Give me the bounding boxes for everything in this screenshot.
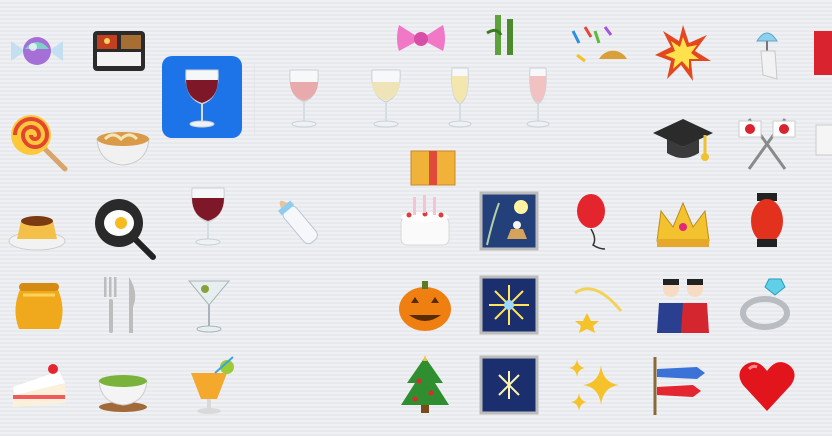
base-red-wine-key[interactable] xyxy=(180,176,236,254)
carp-streamer-icon[interactable] xyxy=(644,350,714,420)
selected-red-wine-variant[interactable] xyxy=(162,56,242,138)
graduation-cap-icon[interactable] xyxy=(648,106,718,176)
rose-wine-glass-icon xyxy=(289,69,319,128)
rose-wine-variant[interactable] xyxy=(264,56,344,138)
red-heart-icon[interactable] xyxy=(732,350,802,420)
sparkler-icon[interactable] xyxy=(474,350,544,420)
red-wine-glass-icon xyxy=(185,69,219,128)
variant-divider xyxy=(254,64,255,134)
red-wine-glass-icon xyxy=(191,187,225,246)
crossed-flags-icon[interactable] xyxy=(732,106,802,176)
baby-bottle-icon[interactable] xyxy=(262,186,332,256)
cocktail-glass-icon[interactable] xyxy=(174,270,244,340)
moon-viewing-icon[interactable] xyxy=(474,186,544,256)
pink-champagne-flute-icon xyxy=(526,67,550,128)
ring-icon[interactable] xyxy=(732,270,802,340)
fried-egg-icon[interactable] xyxy=(88,192,158,262)
fork-and-knife-icon[interactable] xyxy=(86,270,156,340)
dolls-icon[interactable] xyxy=(648,270,718,340)
champagne-flute-icon xyxy=(448,67,472,128)
green-tea-icon[interactable] xyxy=(88,350,158,420)
shortcake-icon[interactable] xyxy=(4,350,74,420)
fireworks-icon[interactable] xyxy=(474,270,544,340)
christmas-tree-icon[interactable] xyxy=(390,350,460,420)
wind-chime-icon[interactable] xyxy=(732,18,802,88)
bento-box-icon[interactable] xyxy=(84,16,154,86)
partial-edge-icon xyxy=(806,18,832,88)
white-wine-glass-icon xyxy=(371,69,401,128)
crown-icon[interactable] xyxy=(648,190,718,260)
collision-icon[interactable] xyxy=(648,18,718,88)
red-lantern-icon[interactable] xyxy=(732,186,802,256)
balloon-icon[interactable] xyxy=(560,186,630,256)
birthday-cake-icon[interactable] xyxy=(390,186,460,256)
honey-pot-icon[interactable] xyxy=(4,270,74,340)
candy-icon[interactable] xyxy=(2,16,72,86)
noodle-bowl-icon[interactable] xyxy=(88,106,158,176)
jack-o-lantern-icon[interactable] xyxy=(390,270,460,340)
partial-edge-icon xyxy=(806,106,832,176)
white-wine-variant[interactable] xyxy=(346,56,426,138)
tropical-drink-icon[interactable] xyxy=(174,350,244,420)
dizzy-icon[interactable] xyxy=(562,270,632,340)
lollipop-icon[interactable] xyxy=(2,106,72,176)
pink-champagne-variant[interactable] xyxy=(498,56,578,138)
sparkles-icon[interactable] xyxy=(560,350,630,420)
custard-icon[interactable] xyxy=(2,192,72,262)
champagne-variant[interactable] xyxy=(420,56,500,138)
